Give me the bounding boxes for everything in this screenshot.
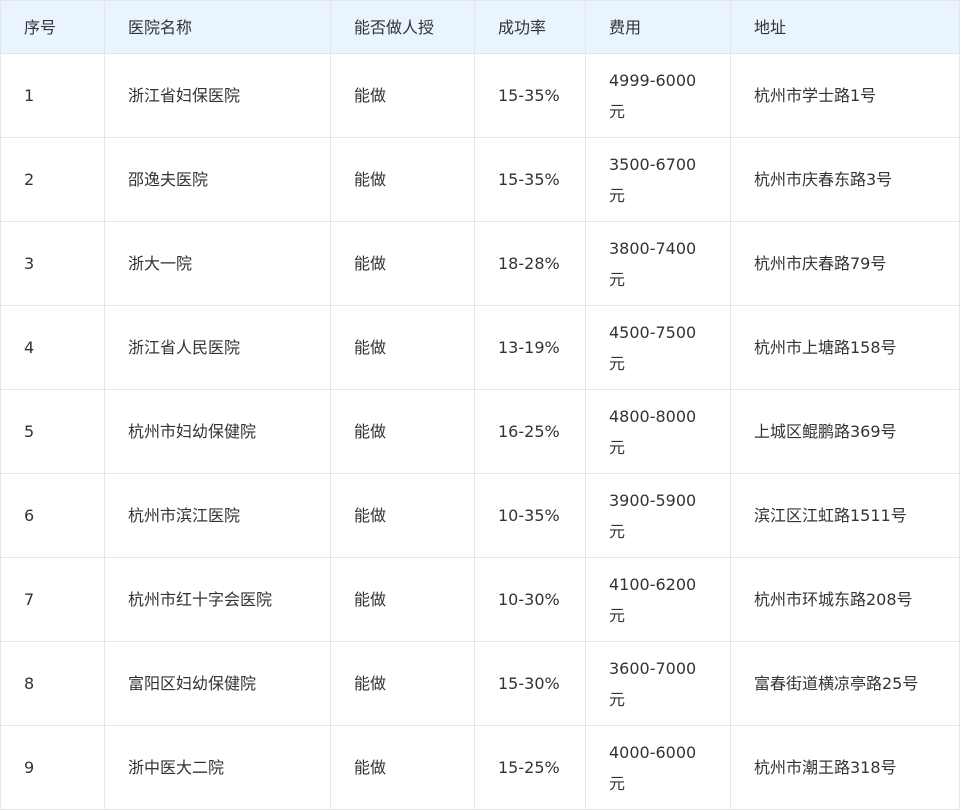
cell-fee: 4500-7500元 [585, 305, 731, 390]
table-row: 8 富阳区妇幼保健院 能做 15-30% 3600-7000元 富春街道横凉亭路25号 [0, 641, 960, 726]
table-row: 3 浙大一院 能做 18-28% 3800-7400元 杭州市庆春路79号 [0, 221, 960, 306]
cell-availability: 能做 [330, 53, 475, 138]
cell-success-rate: 10-30% [474, 557, 586, 642]
cell-index: 8 [0, 641, 105, 726]
table-header-row: 序号 医院名称 能否做人授 成功率 费用 地址 [0, 0, 960, 54]
cell-index: 6 [0, 473, 105, 558]
cell-success-rate: 15-30% [474, 641, 586, 726]
header-availability: 能否做人授 [330, 0, 475, 54]
header-hospital-name: 医院名称 [104, 0, 331, 54]
cell-availability: 能做 [330, 557, 475, 642]
cell-availability: 能做 [330, 389, 475, 474]
header-address: 地址 [730, 0, 960, 54]
cell-fee: 4000-6000元 [585, 725, 731, 810]
cell-index: 4 [0, 305, 105, 390]
hospital-table: 序号 医院名称 能否做人授 成功率 费用 地址 1 浙江省妇保医院 能做 15-35%… [0, 0, 960, 810]
cell-hospital-name: 浙中医大二院 [104, 725, 331, 810]
cell-index: 2 [0, 137, 105, 222]
cell-success-rate: 15-25% [474, 725, 586, 810]
cell-success-rate: 13-19% [474, 305, 586, 390]
header-index: 序号 [0, 0, 105, 54]
cell-availability: 能做 [330, 221, 475, 306]
cell-hospital-name: 浙大一院 [104, 221, 331, 306]
cell-success-rate: 18-28% [474, 221, 586, 306]
cell-hospital-name: 杭州市妇幼保健院 [104, 389, 331, 474]
cell-availability: 能做 [330, 725, 475, 810]
cell-fee: 3800-7400元 [585, 221, 731, 306]
table-row: 1 浙江省妇保医院 能做 15-35% 4999-6000元 杭州市学士路1号 [0, 53, 960, 138]
cell-availability: 能做 [330, 641, 475, 726]
cell-index: 5 [0, 389, 105, 474]
cell-hospital-name: 富阳区妇幼保健院 [104, 641, 331, 726]
cell-address: 杭州市庆春东路3号 [730, 137, 960, 222]
cell-address: 上城区鲲鹏路369号 [730, 389, 960, 474]
cell-address: 杭州市上塘路158号 [730, 305, 960, 390]
cell-address: 杭州市学士路1号 [730, 53, 960, 138]
cell-index: 9 [0, 725, 105, 810]
cell-fee: 3600-7000元 [585, 641, 731, 726]
cell-fee: 4800-8000元 [585, 389, 731, 474]
cell-index: 1 [0, 53, 105, 138]
cell-hospital-name: 杭州市红十字会医院 [104, 557, 331, 642]
table-row: 6 杭州市滨江医院 能做 10-35% 3900-5900元 滨江区江虹路1511号 [0, 473, 960, 558]
cell-fee: 4100-6200元 [585, 557, 731, 642]
cell-address: 杭州市潮王路318号 [730, 725, 960, 810]
table-row: 9 浙中医大二院 能做 15-25% 4000-6000元 杭州市潮王路318号 [0, 725, 960, 810]
table-row: 4 浙江省人民医院 能做 13-19% 4500-7500元 杭州市上塘路158号 [0, 305, 960, 390]
cell-availability: 能做 [330, 473, 475, 558]
cell-address: 富春街道横凉亭路25号 [730, 641, 960, 726]
cell-hospital-name: 邵逸夫医院 [104, 137, 331, 222]
cell-success-rate: 10-35% [474, 473, 586, 558]
cell-address: 杭州市庆春路79号 [730, 221, 960, 306]
table-row: 2 邵逸夫医院 能做 15-35% 3500-6700元 杭州市庆春东路3号 [0, 137, 960, 222]
cell-index: 7 [0, 557, 105, 642]
cell-success-rate: 15-35% [474, 137, 586, 222]
cell-fee: 4999-6000元 [585, 53, 731, 138]
cell-address: 杭州市环城东路208号 [730, 557, 960, 642]
cell-address: 滨江区江虹路1511号 [730, 473, 960, 558]
cell-hospital-name: 浙江省妇保医院 [104, 53, 331, 138]
cell-success-rate: 16-25% [474, 389, 586, 474]
cell-fee: 3500-6700元 [585, 137, 731, 222]
header-fee: 费用 [585, 0, 731, 54]
cell-hospital-name: 杭州市滨江医院 [104, 473, 331, 558]
table-row: 5 杭州市妇幼保健院 能做 16-25% 4800-8000元 上城区鲲鹏路369号 [0, 389, 960, 474]
cell-availability: 能做 [330, 137, 475, 222]
table-row: 7 杭州市红十字会医院 能做 10-30% 4100-6200元 杭州市环城东路208号 [0, 557, 960, 642]
header-success-rate: 成功率 [474, 0, 586, 54]
cell-success-rate: 15-35% [474, 53, 586, 138]
cell-index: 3 [0, 221, 105, 306]
cell-fee: 3900-5900元 [585, 473, 731, 558]
cell-hospital-name: 浙江省人民医院 [104, 305, 331, 390]
cell-availability: 能做 [330, 305, 475, 390]
